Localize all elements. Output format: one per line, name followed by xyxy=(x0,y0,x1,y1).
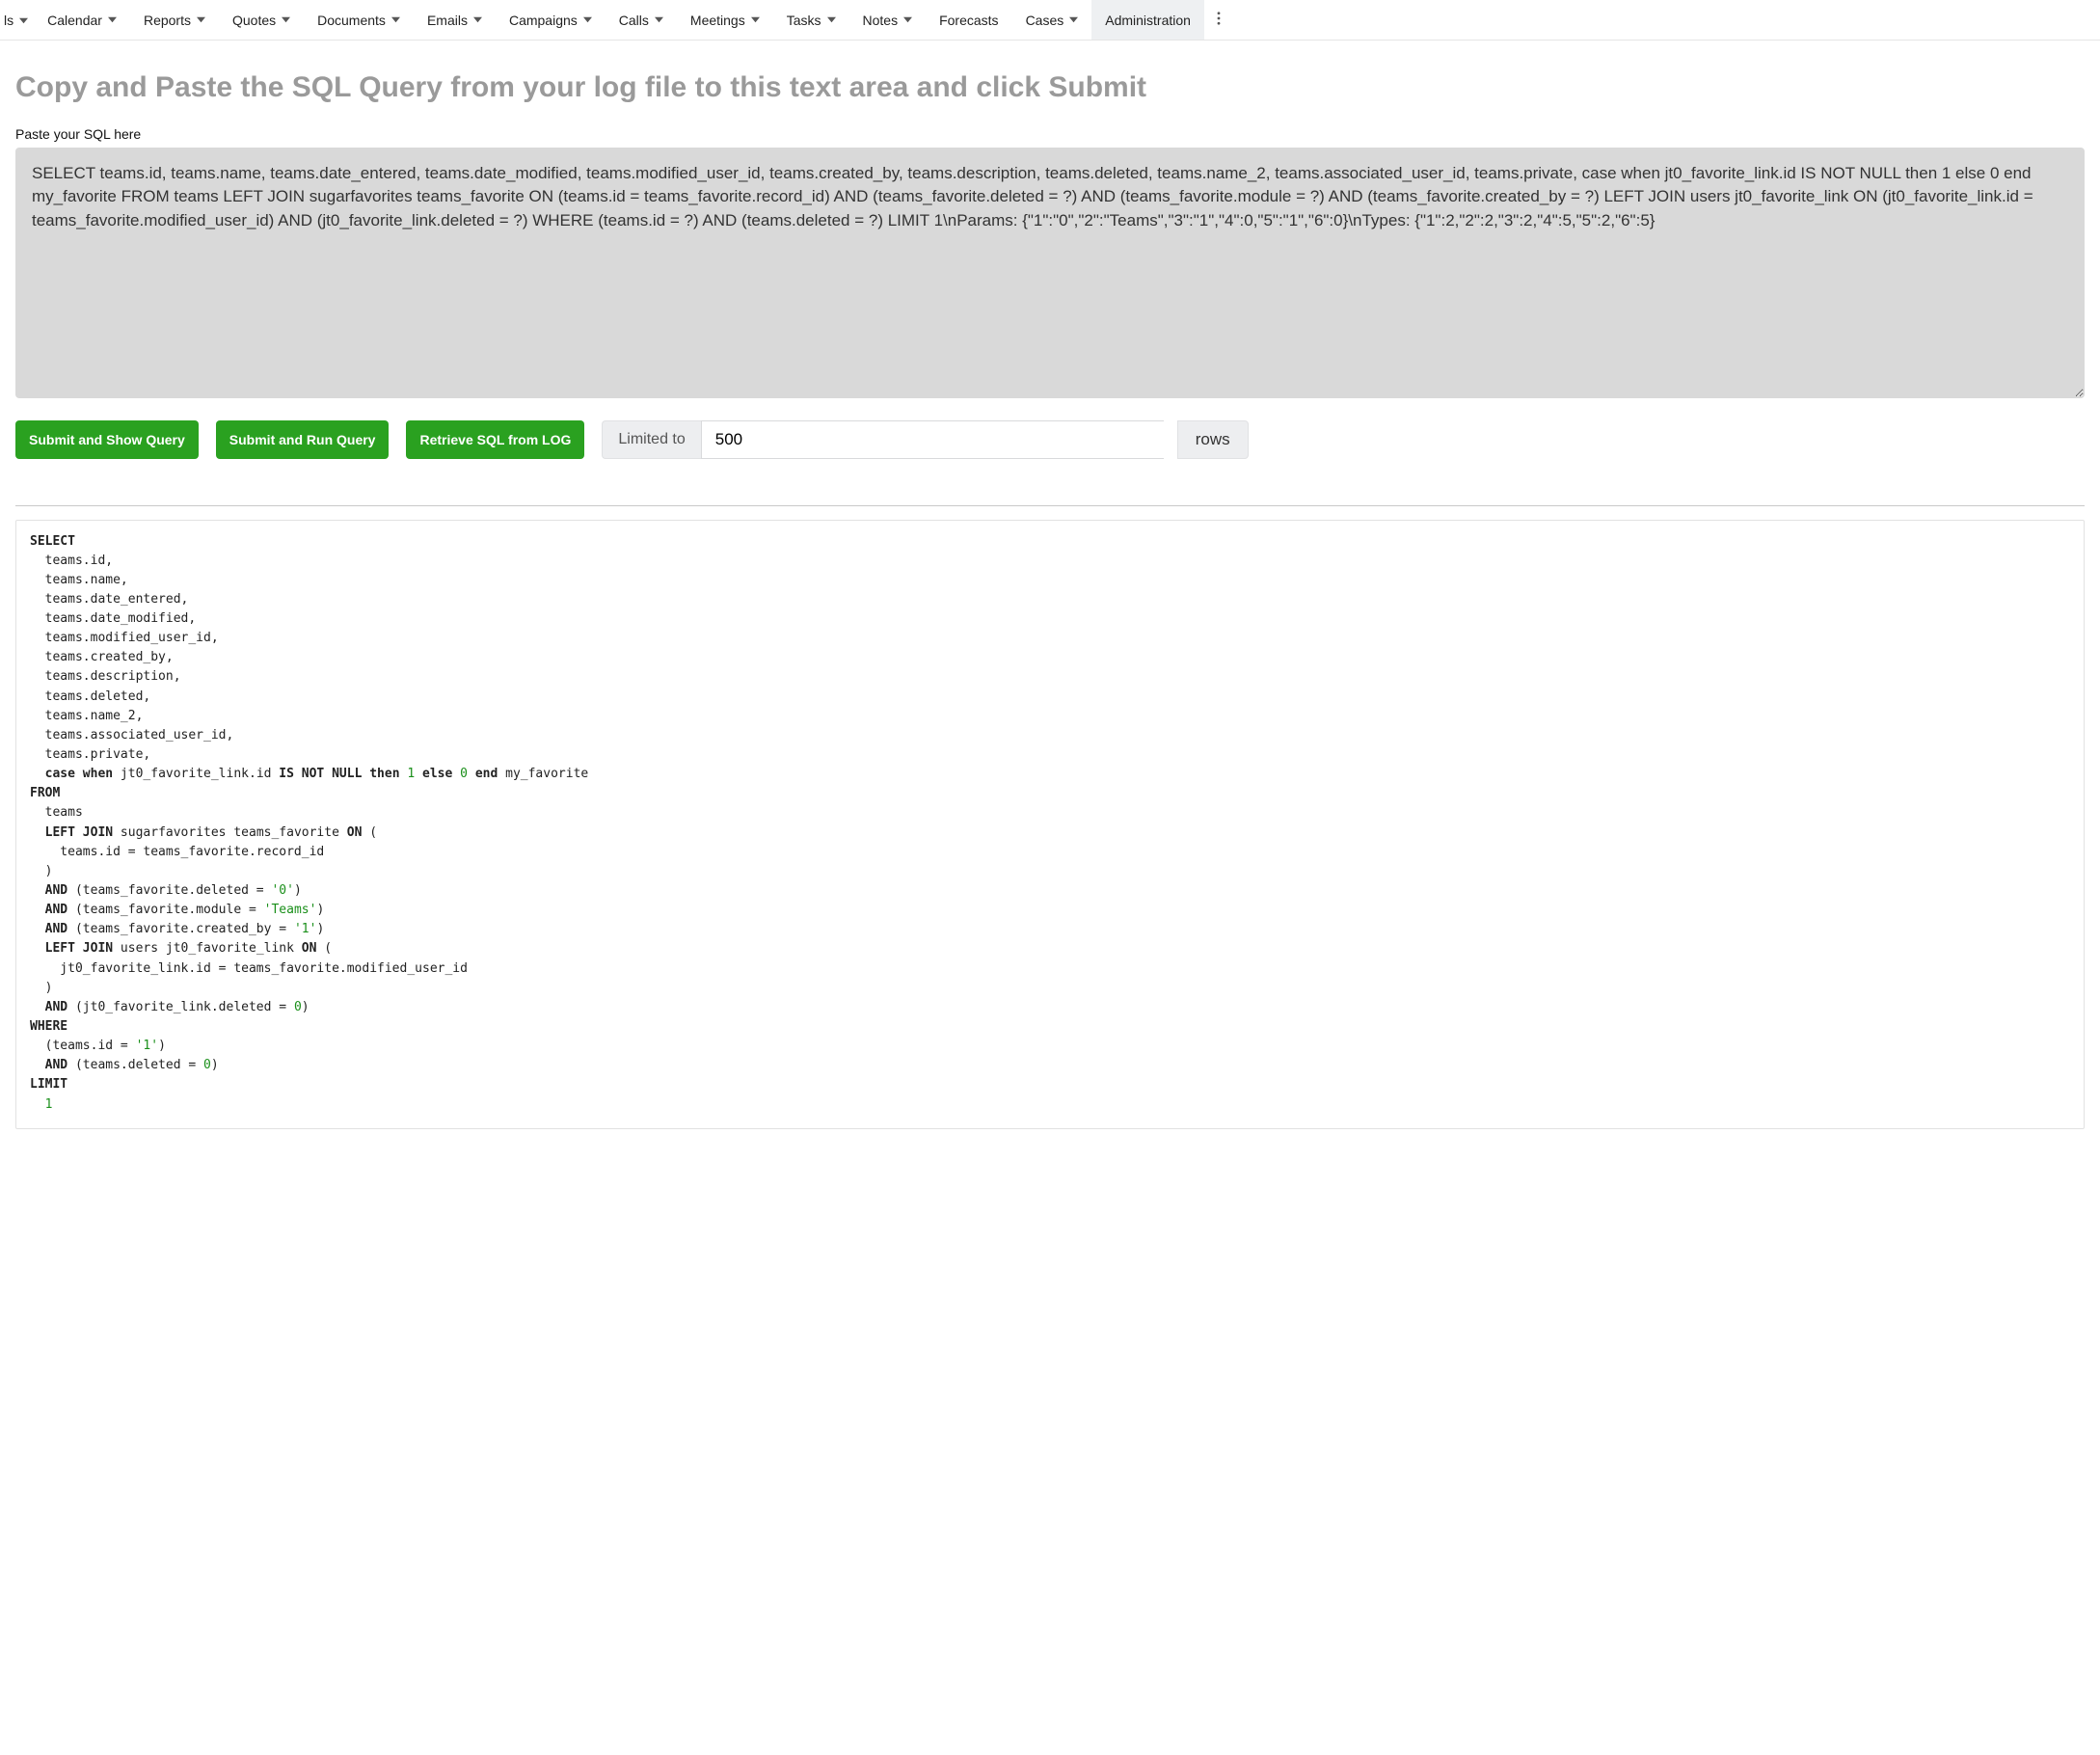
chevron-down-icon xyxy=(19,13,28,28)
nav-item-calls[interactable]: Calls xyxy=(606,0,677,40)
nav-item-label: Emails xyxy=(427,13,468,28)
limit-group: Limited to rows xyxy=(602,420,1248,459)
sql-input[interactable] xyxy=(15,148,2085,398)
chevron-down-icon xyxy=(473,15,482,24)
top-nav: ls Calendar Reports Quotes Documents Emails C… xyxy=(0,0,2100,40)
nav-item-label: Administration xyxy=(1105,13,1191,28)
nav-item-calendar[interactable]: Calendar xyxy=(34,0,130,40)
nav-item-label: Reports xyxy=(144,13,191,28)
formatted-sql-output: SELECT teams.id, teams.name, teams.date_… xyxy=(15,520,2085,1129)
divider xyxy=(15,505,2085,506)
limit-input[interactable] xyxy=(701,420,1164,459)
chevron-down-icon xyxy=(583,15,592,24)
nav-item-label: Campaigns xyxy=(509,13,578,28)
nav-item-label: Documents xyxy=(317,13,386,28)
chevron-down-icon xyxy=(108,15,117,24)
chevron-down-icon xyxy=(827,15,836,24)
nav-item-label: Notes xyxy=(863,13,899,28)
nav-item-label: Calendar xyxy=(47,13,102,28)
rows-label: rows xyxy=(1177,420,1249,459)
nav-item-label: Tasks xyxy=(787,13,821,28)
nav-item-label: Calls xyxy=(619,13,649,28)
kebab-icon xyxy=(1217,12,1221,28)
nav-item-administration[interactable]: Administration xyxy=(1091,0,1204,40)
chevron-down-icon xyxy=(197,15,205,24)
chevron-down-icon xyxy=(391,15,400,24)
submit-show-query-button[interactable]: Submit and Show Query xyxy=(15,420,199,459)
nav-item-label: Quotes xyxy=(232,13,276,28)
more-menu-button[interactable] xyxy=(1204,0,1233,40)
nav-item-label: Forecasts xyxy=(939,13,998,28)
nav-item-reports[interactable]: Reports xyxy=(130,0,219,40)
submit-run-query-button[interactable]: Submit and Run Query xyxy=(216,420,390,459)
nav-item-quotes[interactable]: Quotes xyxy=(219,0,304,40)
chevron-down-icon xyxy=(1069,15,1078,24)
nav-item-forecasts[interactable]: Forecasts xyxy=(926,0,1011,40)
sql-kw: SELECT xyxy=(30,534,75,549)
chevron-down-icon xyxy=(903,15,912,24)
page-body: Copy and Paste the SQL Query from your l… xyxy=(0,40,2100,1152)
nav-item-cases[interactable]: Cases xyxy=(1012,0,1092,40)
limited-to-label: Limited to xyxy=(602,420,700,459)
nav-item-label: ls xyxy=(4,13,13,28)
nav-item-label: Cases xyxy=(1026,13,1064,28)
chevron-down-icon xyxy=(282,15,290,24)
nav-item-tasks[interactable]: Tasks xyxy=(773,0,849,40)
nav-item-documents[interactable]: Documents xyxy=(304,0,414,40)
nav-item-meetings[interactable]: Meetings xyxy=(677,0,773,40)
page-title: Copy and Paste the SQL Query from your l… xyxy=(15,71,2085,105)
retrieve-sql-button[interactable]: Retrieve SQL from LOG xyxy=(406,420,584,459)
nav-item-label: Meetings xyxy=(690,13,745,28)
nav-item-partial[interactable]: ls xyxy=(4,0,34,40)
actions-row: Submit and Show Query Submit and Run Que… xyxy=(15,420,2085,459)
nav-item-emails[interactable]: Emails xyxy=(414,0,496,40)
sql-field-label: Paste your SQL here xyxy=(15,126,2085,142)
chevron-down-icon xyxy=(655,15,663,24)
chevron-down-icon xyxy=(751,15,760,24)
nav-item-notes[interactable]: Notes xyxy=(849,0,927,40)
nav-item-campaigns[interactable]: Campaigns xyxy=(496,0,606,40)
